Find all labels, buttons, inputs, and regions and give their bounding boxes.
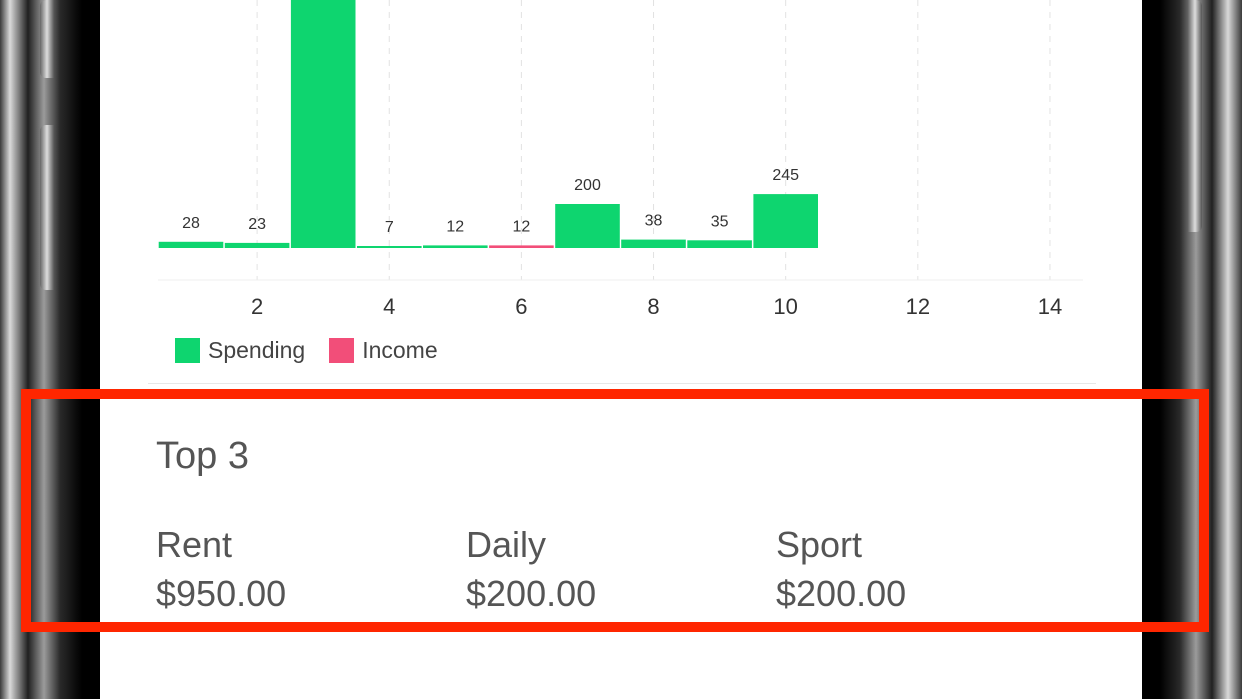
volume-down-button	[40, 125, 54, 290]
bar[interactable]	[423, 245, 488, 248]
top3-item-amount: $950.00	[156, 573, 287, 614]
x-tick-label: 2	[251, 294, 263, 319]
x-tick-label: 12	[906, 294, 930, 319]
top3-item-name: Rent	[156, 524, 233, 565]
bar-value-label: 38	[645, 213, 663, 230]
top3-item-rent[interactable]: Rent $950.00	[156, 523, 286, 621]
bar-value-label: 245	[772, 167, 799, 184]
bar-value-label: 12	[513, 218, 531, 235]
bar-value-label: 7	[385, 219, 394, 236]
power-button	[1188, 0, 1202, 232]
section-divider	[148, 383, 1096, 384]
bar[interactable]	[687, 240, 752, 248]
x-tick-label: 14	[1038, 294, 1062, 319]
top3-section: Top 3 Rent $950.00 Daily $200.00 Sport $…	[156, 435, 1096, 625]
volume-up-button	[40, 0, 54, 78]
legend-spending[interactable]: Spending	[175, 337, 305, 364]
bar-value-label: 23	[248, 216, 266, 233]
chart-legend: Spending Income	[175, 337, 438, 364]
bar-value-label: 28	[182, 215, 200, 232]
phone-frame: 2 4 6 8 10 12 14 28 23 7 12 12 200 38 35 245 Spending I…	[0, 0, 1242, 699]
x-tick-label: 8	[647, 294, 659, 319]
daily-bar-chart: 2 4 6 8 10 12 14 28 23 7 12 12 200 38 35 245	[158, 0, 1083, 319]
bar[interactable]	[555, 204, 620, 248]
top3-item-name: Sport	[776, 524, 863, 565]
legend-income[interactable]: Income	[329, 337, 438, 364]
x-tick-label: 6	[515, 294, 527, 319]
bar[interactable]	[290, 0, 356, 248]
bar-value-label: 200	[574, 177, 601, 194]
legend-income-label: Income	[362, 337, 438, 363]
top3-title: Top 3	[156, 435, 249, 477]
bar[interactable]	[357, 246, 422, 248]
top3-item-name: Daily	[466, 524, 547, 565]
top3-item-amount: $200.00	[466, 573, 597, 614]
spending-swatch	[175, 338, 200, 363]
bar[interactable]	[224, 242, 290, 248]
income-swatch	[329, 338, 355, 363]
top3-item-amount: $200.00	[776, 573, 907, 614]
legend-spending-label: Spending	[208, 337, 306, 363]
bar[interactable]	[158, 241, 224, 248]
app-screen: 2 4 6 8 10 12 14 28 23 7 12 12 200 38 35 245 Spending I…	[118, 0, 1126, 699]
x-tick-label: 4	[383, 294, 395, 319]
bar[interactable]	[753, 194, 818, 248]
top3-item-sport[interactable]: Sport $200.00	[776, 523, 906, 621]
x-tick-label: 10	[773, 294, 797, 319]
bar-value-label: 35	[711, 213, 729, 230]
bar-value-label: 12	[446, 218, 464, 235]
bar[interactable]	[489, 245, 554, 248]
top3-item-daily[interactable]: Daily $200.00	[466, 523, 596, 621]
bar[interactable]	[621, 239, 686, 248]
